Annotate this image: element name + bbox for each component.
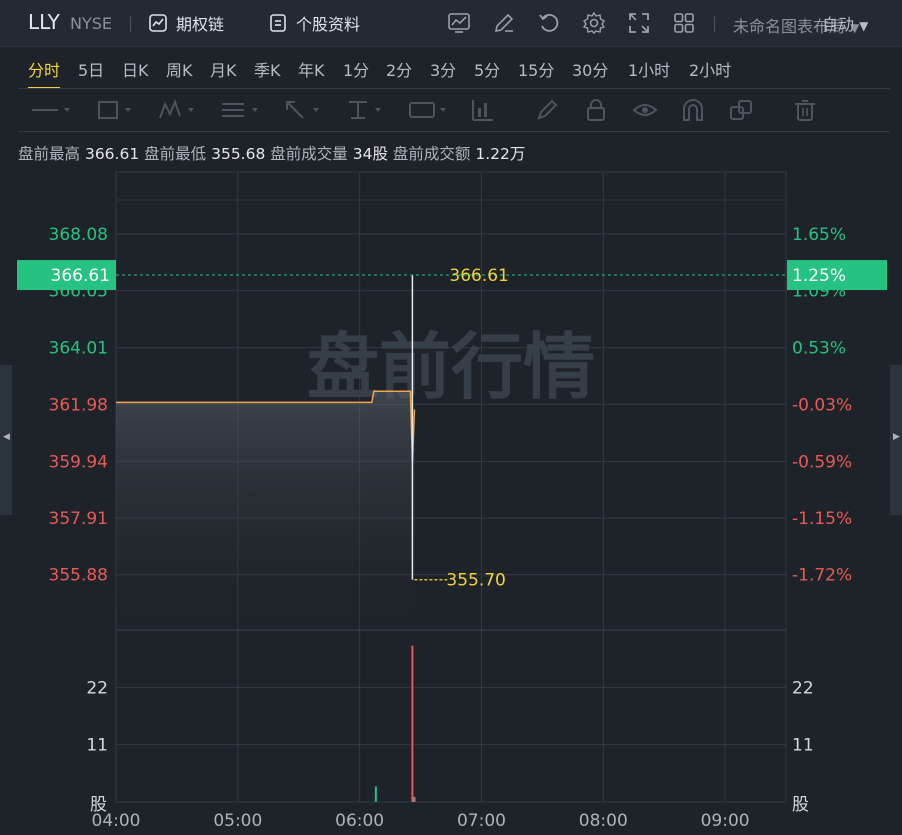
y-tick-pct-label: -0.03% <box>792 395 852 415</box>
y-tick-pct-label: -1.15% <box>792 509 852 529</box>
volume-tick-label: 11 <box>86 736 108 756</box>
low-marker-label: 355.70 <box>446 571 505 591</box>
y-tick-label: 364.01 <box>49 339 108 359</box>
volume-unit-label: 股 <box>90 795 107 815</box>
volume-tick-label: 11 <box>792 736 814 756</box>
y-tick-label: 355.88 <box>49 566 108 586</box>
volume-tick-label: 22 <box>86 678 108 698</box>
volume-bar <box>413 796 416 802</box>
y-tick-label: 368.08 <box>49 225 108 245</box>
left-panel-toggle[interactable]: ◀ <box>0 365 12 515</box>
volume-unit-label: 股 <box>792 795 809 815</box>
price-area <box>116 391 415 630</box>
volume-bar <box>374 786 377 802</box>
x-tick-label: 09:00 <box>701 811 750 831</box>
y-tick-pct-label: -0.59% <box>792 452 852 472</box>
y-tick-label: 359.94 <box>49 452 108 472</box>
caret-right-icon: ▶ <box>893 432 900 442</box>
y-tick-pct-label: 0.53% <box>792 339 846 359</box>
current-pct-badge-label: 1.25% <box>792 266 846 286</box>
volume-tick-label: 22 <box>792 678 814 698</box>
right-panel-toggle[interactable]: ▶ <box>890 365 902 515</box>
intraday-chart[interactable]: 04:00 05:00 06:00 07:00 08:00 09:00368.08 1.65… <box>0 0 902 835</box>
high-marker-label: 366.61 <box>449 266 508 286</box>
caret-left-icon: ◀ <box>3 432 10 442</box>
watermark-text: 盘前行情 <box>307 325 595 409</box>
y-tick-pct-label: -1.72% <box>792 566 852 586</box>
y-tick-label: 357.91 <box>49 509 108 529</box>
y-tick-label: 361.98 <box>49 395 108 415</box>
x-tick-label: 06:00 <box>335 811 384 831</box>
x-tick-label: 05:00 <box>213 811 262 831</box>
current-price-badge-label: 366.61 <box>51 266 110 286</box>
volume-bar <box>411 645 414 802</box>
x-tick-label: 07:00 <box>457 811 506 831</box>
x-tick-label: 08:00 <box>579 811 628 831</box>
y-tick-pct-label: 1.65% <box>792 225 846 245</box>
